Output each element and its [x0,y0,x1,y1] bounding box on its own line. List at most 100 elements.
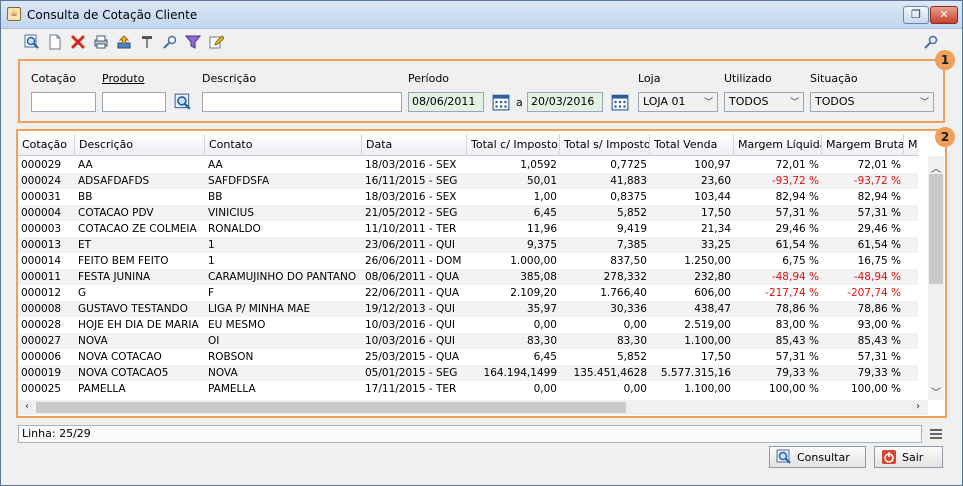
search-icon[interactable] [23,33,41,51]
table-row[interactable]: 000028 HOJE EH DIA DE MARIA EU MESMO 10/03/… [18,317,918,333]
table-row[interactable]: 000013 ET 1 23/06/2011 - QUI 9,375 7,385 33,25… [18,237,918,253]
table-cell: 17/11/2015 - TER [365,383,457,395]
date-from-calendar-button[interactable] [491,92,511,112]
chevron-left-icon[interactable]: ‹ [20,401,34,412]
table-cell: AA [208,159,223,171]
table-cell: OI [208,335,220,347]
table-cell: 0,00 [623,383,647,395]
table-cell: 9,375 [526,239,557,251]
table-row[interactable]: 000027 NOVA OI 10/03/2016 - QUI 83,30 83,30 1.… [18,333,918,349]
key-icon[interactable] [922,33,940,51]
table-cell: 2.109,20 [510,287,557,299]
new-document-icon[interactable] [46,33,64,51]
column-header[interactable]: Cotação [18,134,75,156]
scroll-thumb[interactable] [929,174,943,284]
table-cell: 35,97 [526,303,557,315]
descricao-input[interactable] [202,92,402,112]
table-cell: 232,80 [694,271,731,283]
table-cell: ET [78,239,92,251]
table-cell: 000013 [21,239,62,251]
sair-button[interactable]: Sair [874,446,943,468]
product-search-button[interactable] [173,92,193,112]
consultar-button[interactable]: Consultar [769,446,866,468]
close-button[interactable]: ✕ [930,6,958,24]
table-cell: 1.766,40 [600,287,647,299]
table-cell: PAMELLA [78,383,126,395]
column-header[interactable]: Data [362,134,467,156]
table-cell: 0,8375 [610,191,647,203]
restore-button[interactable]: ❐ [903,6,929,24]
table-row[interactable]: 000011 FESTA JUNINA CARAMUJINHO DO PANTANO… [18,269,918,285]
java-app-icon: ☕ [7,7,21,21]
cotacao-label: Cotação [31,72,76,85]
column-header[interactable]: Margem Líquida [734,134,822,156]
chevron-right-icon[interactable]: › [911,401,925,412]
table-cell: 29,46 % [775,223,819,235]
column-header[interactable]: Total Venda [650,134,734,156]
table-cell: PAMELLA [208,383,256,395]
table-row[interactable]: 000029 AA AA 18/03/2016 - SEX 1,0592 0,7725 10… [18,157,918,173]
table-cell: 29,46 % [857,223,901,235]
table-cell: 10/03/2016 - QUI [365,319,456,331]
chevron-down-icon[interactable]: ﹀ [929,384,943,399]
table-cell: 08/06/2011 - QUA [365,271,460,283]
table-cell: 164.194,1499 [483,367,557,379]
table-cell: ROBSON [208,351,254,363]
table-row[interactable]: 000014 FEITO BEM FEITO 1 26/06/2011 - DOM 1.… [18,253,918,269]
print-icon[interactable] [92,33,110,51]
filter-panel: Cotação Produto Descrição Período Loja U… [18,59,945,123]
table-cell: G [78,287,87,299]
table-row[interactable]: 000024 ADSAFDAFDS SAFDFDSFA 16/11/2015 - SE… [18,173,918,189]
column-header[interactable]: Mar [904,134,918,156]
table-row[interactable]: 000025 PAMELLA PAMELLA 17/11/2015 - TER 0,00… [18,381,918,397]
row-position-text: Linha: 25/29 [22,427,91,440]
loja-label: Loja [638,72,661,85]
key-icon[interactable] [161,33,179,51]
chevron-up-icon[interactable]: ︿ [929,160,943,175]
utilizado-select[interactable]: TODOS ﹀ [724,92,804,112]
export-icon[interactable] [115,33,133,51]
table-cell: 61,54 % [857,239,901,251]
tools-icon[interactable] [138,33,156,51]
table-cell: 10/03/2016 - QUI [365,335,456,347]
column-header[interactable]: Descrição [75,134,205,156]
vertical-scrollbar[interactable]: ︿ ﹀ [928,156,944,400]
filter-icon[interactable] [184,33,202,51]
table-row[interactable]: 000031 BB BB 18/03/2016 - SEX 1,00 0,8375 103,… [18,189,918,205]
column-header[interactable]: Total c/ Imposto [467,134,560,156]
table-row[interactable]: 000003 COTACAO ZE COLMEIA RONALDO 11/10/201… [18,221,918,237]
table-cell: 72,01 % [857,159,901,171]
loja-select[interactable]: LOJA 01 ﹀ [638,92,718,112]
table-cell: ADSAFDAFDS [78,175,150,187]
horizontal-scrollbar[interactable]: ‹ › [18,400,928,415]
column-header[interactable]: Contato [205,134,362,156]
situacao-select[interactable]: TODOS ﹀ [810,92,934,112]
column-header[interactable]: Margem Bruta [822,134,904,156]
table-row[interactable]: 000004 COTACAO PDV VINICIUS 21/05/2012 - SE… [18,205,918,221]
table-cell: COTACAO ZE COLMEIA [78,223,197,235]
date-to-field[interactable]: 20/03/2016 [527,92,603,112]
table-cell: -48,94 % [771,271,819,283]
table-cell: -93,72 % [853,175,901,187]
table-row[interactable]: 000006 NOVA COTACAO ROBSON 25/03/2015 - QUA… [18,349,918,365]
table-row[interactable]: 000012 G F 22/06/2011 - QUA 2.109,20 1.766,40… [18,285,918,301]
table-cell: 135.451,4628 [573,367,647,379]
delete-icon[interactable] [69,33,87,51]
table-cell: HOJE EH DIA DE MARIA [78,319,199,331]
menu-icon[interactable] [929,427,943,444]
column-header[interactable]: Total s/ Imposto [560,134,650,156]
date-to-calendar-button[interactable] [610,92,630,112]
cotacao-input[interactable] [31,92,96,112]
table-cell: COTACAO PDV [78,207,154,219]
edit-icon[interactable] [207,33,225,51]
table-cell: 1 [208,255,215,267]
produto-input[interactable] [102,92,166,112]
date-from-field[interactable]: 08/06/2011 [408,92,484,112]
table-row[interactable]: 000008 GUSTAVO TESTANDO LIGA P/ MINHA MAE 1… [18,301,918,317]
table-row[interactable]: 000019 NOVA COTACAO5 NOVA 05/01/2015 - SEG 1… [18,365,918,381]
table-cell: 18/03/2016 - SEX [365,159,457,171]
table-cell: 16,75 % [857,255,901,267]
table-cell: 606,00 [694,287,731,299]
scroll-thumb[interactable] [36,402,626,413]
produto-link[interactable]: Produto [102,72,144,85]
